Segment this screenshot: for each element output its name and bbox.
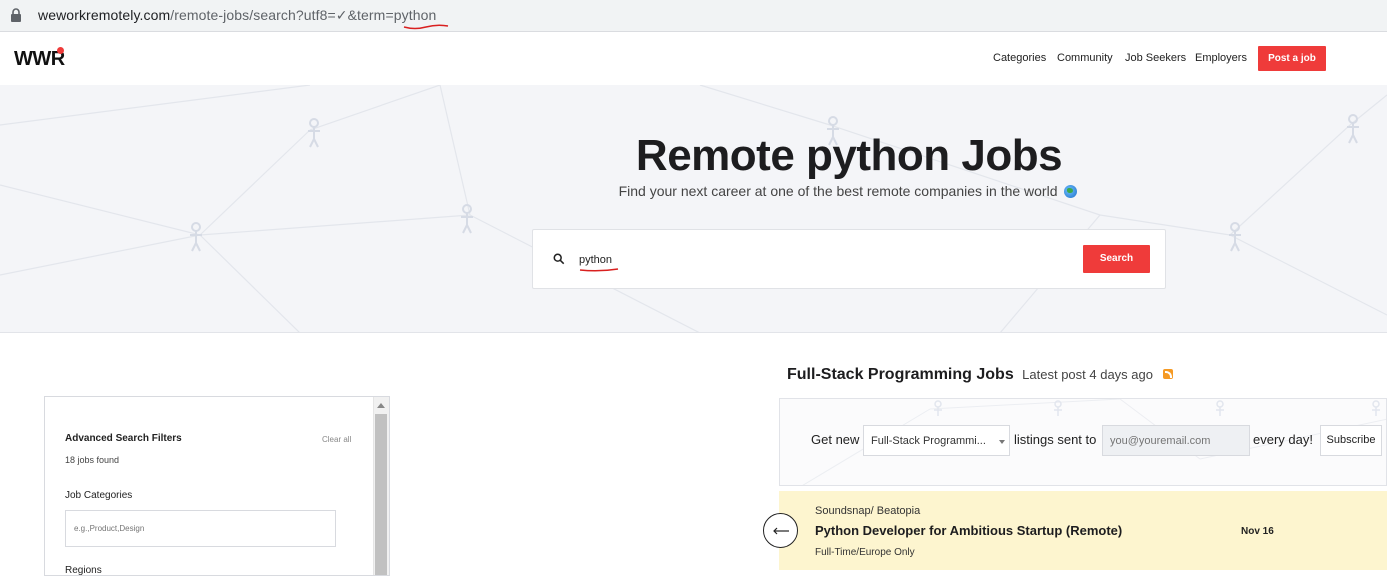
search-input[interactable] [579, 248, 1059, 272]
jobs-section-header: Full-Stack Programming Jobs Latest post … [787, 366, 1174, 384]
url-text[interactable]: weworkremotely.com/remote-jobs/search?ut… [38, 7, 436, 24]
jobs-found-count: 18 jobs found [65, 455, 120, 465]
subscribe-middle: listings sent to [1014, 432, 1097, 447]
nav-job-seekers[interactable]: Job Seekers [1125, 52, 1186, 64]
advanced-search-filters: Advanced Search Filters Clear all 18 job… [44, 396, 390, 576]
annotation-underline [579, 268, 619, 272]
job-categories-input[interactable] [65, 510, 336, 547]
section-meta: Latest post 4 days ago [1022, 367, 1153, 382]
lock-icon [10, 8, 24, 24]
job-categories-label: Job Categories [65, 490, 133, 501]
category-select-value: Full-Stack Programmi... [871, 435, 986, 447]
globe-icon [1064, 185, 1078, 198]
subscribe-button[interactable]: Subscribe [1320, 425, 1382, 456]
annotation-underline [403, 24, 449, 30]
job-company: Soundsnap/ Beatopia [815, 505, 921, 517]
scrollbar-thumb[interactable] [375, 414, 387, 575]
page-title: Remote python Jobs [635, 131, 1063, 180]
hero-background-pattern [0, 85, 1387, 332]
job-title[interactable]: Python Developer for Ambitious Startup (… [815, 523, 1122, 538]
email-field[interactable] [1102, 425, 1250, 456]
search-button[interactable]: Search [1083, 245, 1150, 273]
rss-icon[interactable] [1163, 369, 1174, 379]
scroll-up-arrow-icon[interactable] [377, 403, 385, 408]
job-date: Nov 16 [1241, 526, 1274, 537]
url-path: /remote-jobs/search?utf8=✓&term=python [170, 7, 437, 23]
back-arrow-button[interactable] [763, 513, 798, 548]
page-subtitle: Find your next career at one of the best… [0, 183, 1387, 199]
left-arrow-icon [773, 527, 789, 535]
job-listing-row[interactable]: Soundsnap/ Beatopia Python Developer for… [763, 491, 1387, 570]
subscribe-prefix: Get new [811, 432, 860, 447]
nav-employers[interactable]: Employers [1195, 52, 1247, 64]
site-header: WWR Categories Community Job Seekers Emp… [0, 33, 1387, 85]
job-type: Full-Time/Europe Only [815, 547, 915, 558]
regions-label: Regions [65, 565, 102, 576]
hero: Remote python Jobs Find your next career… [0, 85, 1387, 333]
logo-dot [57, 47, 64, 54]
nav-community[interactable]: Community [1057, 52, 1113, 64]
filters-scrollbar[interactable] [373, 397, 389, 575]
filters-title: Advanced Search Filters [65, 433, 182, 444]
subscribe-box: Get new Full-Stack Programmi... listings… [779, 398, 1387, 486]
url-host: weworkremotely.com [38, 7, 171, 23]
category-select[interactable]: Full-Stack Programmi... [863, 425, 1010, 456]
post-job-button[interactable]: Post a job [1258, 46, 1326, 71]
search-icon [553, 252, 567, 266]
browser-url-bar[interactable]: weworkremotely.com/remote-jobs/search?ut… [0, 0, 1387, 32]
search-bar: Search [532, 229, 1166, 289]
chevron-down-icon [999, 440, 1005, 444]
subscribe-suffix: every day! [1253, 432, 1313, 447]
subtitle-text: Find your next career at one of the best… [618, 183, 1058, 199]
nav-categories[interactable]: Categories [993, 52, 1046, 64]
section-title[interactable]: Full-Stack Programming Jobs [787, 366, 1014, 383]
clear-all-link[interactable]: Clear all [322, 435, 351, 444]
